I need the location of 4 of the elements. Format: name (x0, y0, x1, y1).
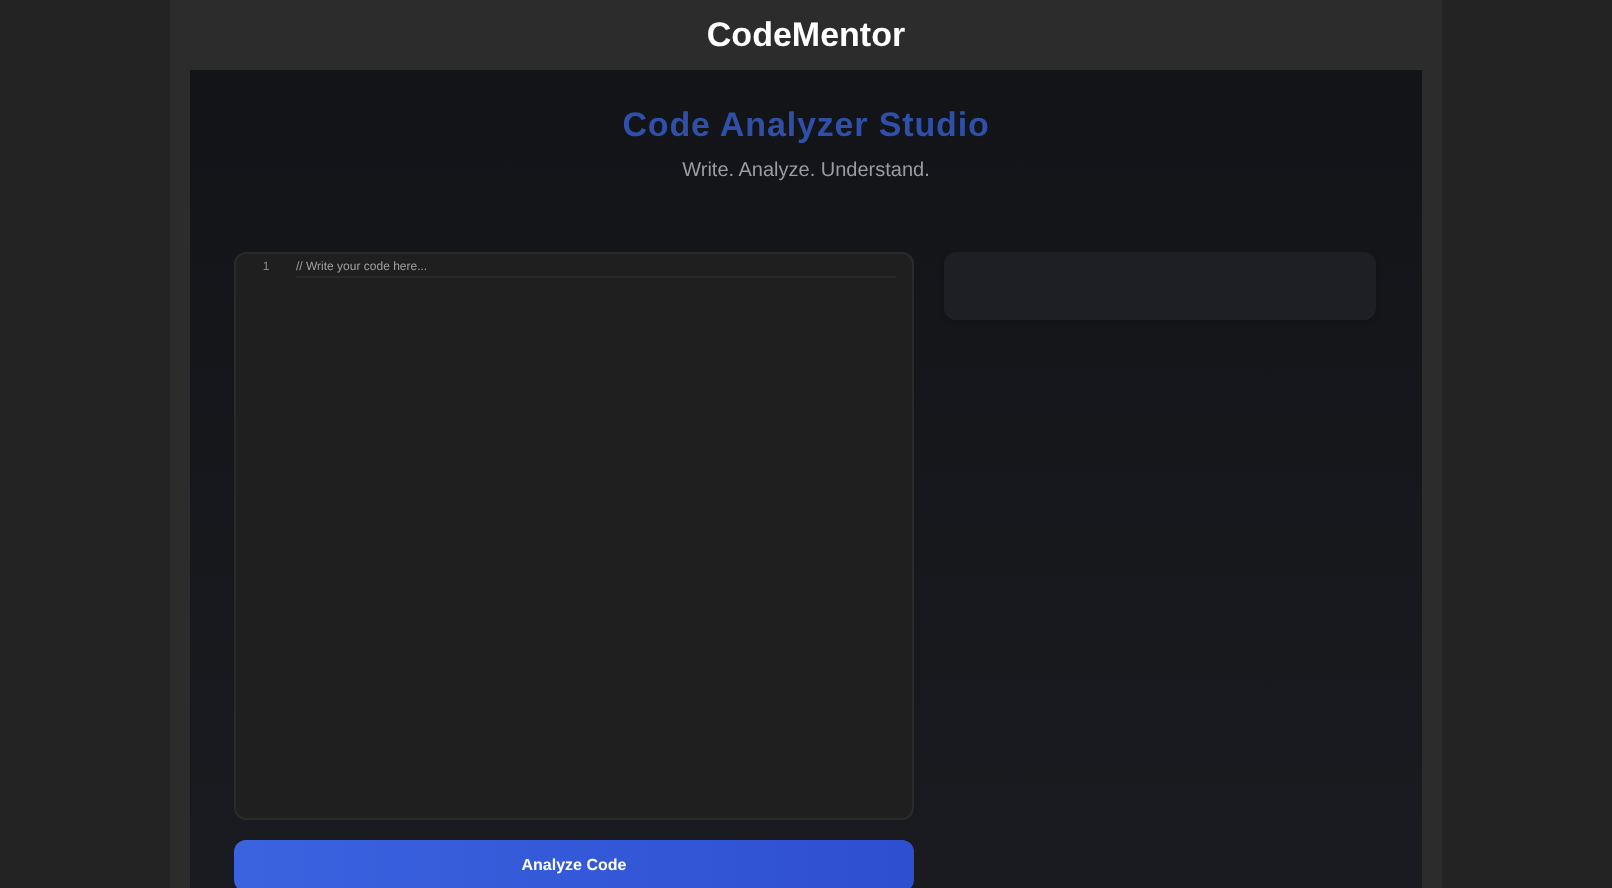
page-heading: Code Analyzer Studio (622, 104, 990, 148)
app-title: CodeMentor (706, 13, 906, 58)
analyze-button[interactable]: Analyze Code (234, 840, 914, 888)
tagline: Write. Analyze. Understand. (682, 158, 930, 186)
